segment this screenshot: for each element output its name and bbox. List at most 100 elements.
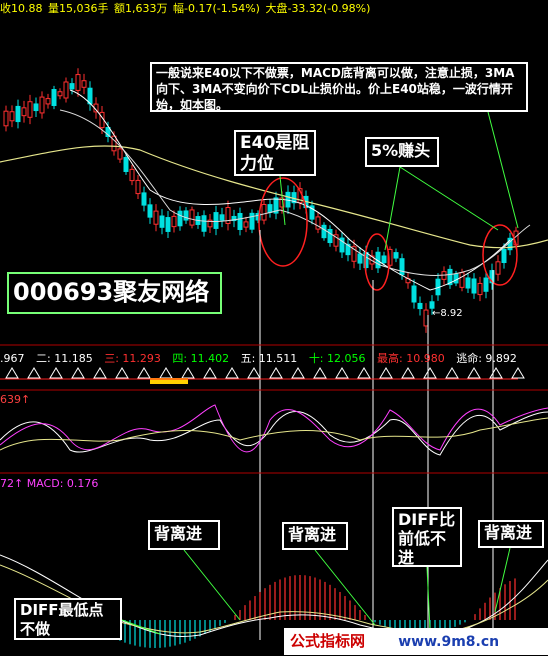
candle-body xyxy=(483,277,489,292)
signal-triangle xyxy=(401,367,415,379)
signal-triangle xyxy=(445,367,459,379)
signal-triangle xyxy=(203,367,217,379)
note-diff-lowest: DIFF最低点不做 xyxy=(14,598,122,640)
signal-triangle xyxy=(467,367,481,379)
signal-triangle xyxy=(379,367,393,379)
signal-triangle xyxy=(71,367,85,379)
candle-body xyxy=(177,210,183,227)
candle-body xyxy=(135,179,141,195)
candle-body xyxy=(501,248,507,264)
candle-body xyxy=(15,105,21,123)
signal-triangle xyxy=(137,367,151,379)
macd-label: MACD: 0.176 xyxy=(26,477,99,490)
candle-body xyxy=(141,192,147,206)
note-diff-lower: DIFF比前低不进 xyxy=(392,507,462,567)
note-5pct-profit: 5%赚头 xyxy=(365,137,439,167)
signal-triangle xyxy=(291,367,305,379)
candle-body xyxy=(357,253,363,264)
candle-body xyxy=(117,148,123,160)
candle-body xyxy=(153,210,159,225)
signal-triangle xyxy=(313,367,327,379)
candle-body xyxy=(171,215,177,228)
signal-triangle xyxy=(49,367,63,379)
candle-body xyxy=(57,91,63,97)
candle-body xyxy=(261,203,267,221)
candle-body xyxy=(327,228,333,244)
candle-body xyxy=(417,302,423,310)
candle-body xyxy=(381,255,387,264)
watermark: 公式指标网 www.9m8.cn xyxy=(284,628,548,655)
signal-triangle xyxy=(115,367,129,379)
note-divergence-3: 背离进 xyxy=(478,520,544,548)
ma-value-4: 四: 11.402 xyxy=(172,352,230,364)
ma-value-2: 二: 11.185 xyxy=(36,352,93,364)
signal-triangle xyxy=(247,367,261,379)
signal-triangle xyxy=(159,367,173,379)
watermark-url: www.9m8.cn xyxy=(398,634,500,650)
candle-body xyxy=(459,272,465,288)
candle-body xyxy=(243,221,249,228)
candle-body xyxy=(471,278,477,294)
candle-body xyxy=(123,157,129,172)
earn-ellipse-2 xyxy=(482,224,518,286)
note-divergence-2: 背离进 xyxy=(282,522,348,550)
candle-body xyxy=(237,213,243,230)
candle-body xyxy=(63,81,69,99)
stock-title: 000693聚友网络 xyxy=(7,272,222,314)
signal-triangle xyxy=(269,367,283,379)
ma-values-row: .967 二: 11.185 三: 11.293 四: 11.402 五: 11… xyxy=(0,350,548,364)
ma-value-1: .967 xyxy=(0,352,25,364)
candle-body xyxy=(219,214,225,221)
signal-triangle xyxy=(5,367,19,379)
low-price-label: ←8.92 xyxy=(432,308,463,319)
candle-body xyxy=(477,282,483,296)
candle-body xyxy=(321,224,327,239)
candle-body xyxy=(69,83,75,90)
signal-triangle xyxy=(27,367,41,379)
e40-ellipse xyxy=(258,177,308,267)
candle-body xyxy=(495,261,501,275)
candle-body xyxy=(129,168,135,182)
candle-body xyxy=(27,101,33,118)
ma-value-10: 十: 12.056 xyxy=(308,352,366,364)
ma-value-high: 最高: 10.980 xyxy=(377,352,445,364)
candle-body xyxy=(33,103,39,112)
ma-value-escape: 逃命: 9.892 xyxy=(456,352,517,364)
candle-body xyxy=(393,252,399,259)
candle-body xyxy=(411,285,417,303)
candle-body xyxy=(9,111,15,122)
indicator-value: 639 xyxy=(0,393,21,406)
note-e40-resistance: E40是阻力位 xyxy=(234,130,316,176)
candle-body xyxy=(201,215,207,232)
signal-triangle xyxy=(225,367,239,379)
signal-triangle xyxy=(335,367,349,379)
candle-body xyxy=(3,110,9,127)
candle-body xyxy=(51,89,57,106)
candle-body xyxy=(165,217,171,232)
osc-magenta-line xyxy=(0,404,548,453)
candle-body xyxy=(81,80,87,88)
signal-triangle xyxy=(511,367,525,379)
note-divergence-1: 背离进 xyxy=(148,520,220,550)
signal-triangle xyxy=(93,367,107,379)
osc-yellow-line xyxy=(0,417,548,451)
note-main: 一般说来E40以下不做票，MACD底背离可以做，注意止损，3MA向下、3MA不变… xyxy=(150,62,528,112)
candle-body xyxy=(423,309,429,327)
signal-band xyxy=(0,367,525,384)
candle-body xyxy=(183,210,189,221)
watermark-left: 公式指标网 xyxy=(290,632,366,650)
macd-prefix: 72 xyxy=(0,477,14,490)
candle-body xyxy=(465,277,471,289)
candle-body xyxy=(159,215,165,228)
signal-triangle xyxy=(357,367,371,379)
signal-triangle xyxy=(423,367,437,379)
candle-body xyxy=(453,273,459,284)
macd-row: 72↑ MACD: 0.176 xyxy=(0,477,99,490)
candle-body xyxy=(75,74,81,91)
candle-body xyxy=(147,204,153,218)
ma-value-3: 三: 11.293 xyxy=(104,352,161,364)
signal-triangle xyxy=(181,367,195,379)
candle-body xyxy=(189,209,195,226)
ma-value-5: 五: 11.511 xyxy=(240,352,298,364)
signal-triangle xyxy=(489,367,503,379)
